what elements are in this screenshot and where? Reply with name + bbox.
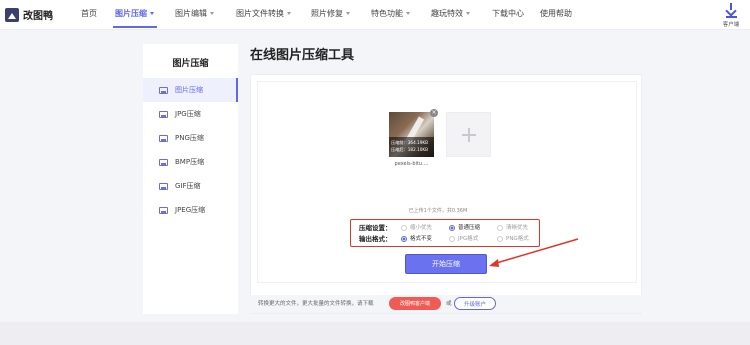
nav-item-features[interactable]: 特色功能 [371, 9, 410, 19]
option-normal-compress[interactable]: 普通压缩 [449, 223, 480, 233]
image-icon [159, 134, 168, 142]
image-icon [159, 182, 168, 190]
radio-icon [449, 236, 455, 242]
option-png-format[interactable]: PNG格式 [497, 234, 529, 244]
nav-item-file-convert[interactable]: 图片文件转换 [236, 9, 291, 19]
app-name: 改图鸭 [23, 11, 53, 22]
nav-item-download-center[interactable]: 下载中心 [492, 9, 524, 19]
remove-file-icon[interactable]: × [430, 109, 438, 117]
before-size-value: 364.19KB [407, 140, 429, 145]
radio-icon [401, 225, 407, 231]
image-icon [159, 86, 168, 94]
compress-setting-row: 压缩设置： 缩小优先 普通压缩 清晰优先 [351, 223, 541, 233]
chevron-down-icon [466, 12, 470, 15]
sidebar-item-jpeg-compress[interactable]: JPEG压缩 [143, 198, 238, 222]
uploaded-image-thumbnail[interactable]: 压缩前：364.19KB 压缩后：182.10KB [389, 112, 434, 157]
chevron-down-icon [346, 12, 350, 15]
image-icon [159, 110, 168, 118]
image-icon [159, 206, 168, 214]
add-file-button[interactable] [446, 112, 491, 157]
sidebar-item-jpg-compress[interactable]: JPG压缩 [143, 102, 238, 126]
sidebar-item-image-compress[interactable]: 图片压缩 [143, 78, 238, 102]
radio-icon [497, 236, 503, 242]
file-name: pexels-bitu.... [394, 161, 429, 167]
start-compress-button[interactable]: 开始压缩 [405, 254, 487, 274]
radio-checked-icon [401, 236, 407, 242]
radio-icon [497, 225, 503, 231]
active-nav-indicator [113, 26, 157, 28]
chevron-down-icon [406, 12, 410, 15]
option-size-priority[interactable]: 缩小优先 [401, 223, 432, 233]
option-jpg-format[interactable]: JPG格式 [449, 234, 478, 244]
top-nav-bar: 改图鸭 首页 图片压缩 图片编辑 图片文件转换 照片修复 特色功能 趣玩特效 下… [0, 0, 750, 30]
format-setting-label: 输出格式： [359, 235, 392, 243]
compression-settings: 压缩设置： 缩小优先 普通压缩 清晰优先 输出格式： 格式不变 JPG格式 PN… [350, 219, 540, 247]
sidebar-item-bmp-compress[interactable]: BMP压缩 [143, 150, 238, 174]
compress-setting-label: 压缩设置： [359, 224, 392, 232]
size-overlay: 压缩前：364.19KB 压缩后：182.10KB [389, 137, 434, 157]
page-title: 在线图片压缩工具 [250, 48, 355, 63]
before-size-label: 压缩前： [391, 140, 408, 145]
option-clarity-priority[interactable]: 清晰优先 [497, 223, 528, 233]
logo[interactable]: 改图鸭 [5, 7, 53, 22]
nav-item-help[interactable]: 使用帮助 [540, 9, 572, 19]
after-size-label: 压缩后： [391, 147, 408, 152]
promo-text: 转换更大的文件，更大批量的文件转换，请下载 [258, 301, 374, 307]
upload-summary: 已上传1个文件，共0.36M [408, 208, 468, 214]
or-text: 或 [446, 301, 452, 307]
chevron-down-icon [150, 12, 154, 15]
nav-item-image-compress[interactable]: 图片压缩 [115, 9, 154, 19]
tool-panel [250, 74, 642, 314]
nav-item-home[interactable]: 首页 [81, 9, 97, 19]
chevron-down-icon [210, 12, 214, 15]
download-icon [725, 3, 737, 15]
download-client-button[interactable]: 改图鸭客户端 [389, 297, 441, 310]
nav-item-photo-repair[interactable]: 照片修复 [311, 9, 350, 19]
sidebar-item-png-compress[interactable]: PNG压缩 [143, 126, 238, 150]
option-keep-format[interactable]: 格式不变 [401, 234, 432, 244]
chevron-down-icon [287, 12, 291, 15]
after-size-value: 182.10KB [407, 147, 429, 152]
image-icon [159, 158, 168, 166]
client-download-button[interactable]: 客户端 [716, 3, 746, 28]
format-setting-row: 输出格式： 格式不变 JPG格式 PNG格式 [351, 234, 541, 244]
upgrade-account-button[interactable]: 升级账户 [454, 297, 496, 310]
nav-item-fun-effects[interactable]: 趣玩特效 [431, 9, 470, 19]
client-download-label: 客户端 [722, 22, 740, 28]
logo-icon [5, 7, 19, 22]
nav-item-image-edit[interactable]: 图片编辑 [175, 9, 214, 19]
sidebar-item-gif-compress[interactable]: GIF压缩 [143, 174, 238, 198]
sidebar-title: 图片压缩 [172, 59, 209, 69]
sidebar: 图片压缩 图片压缩 JPG压缩 PNG压缩 BMP压缩 GIF压缩 JPEG压缩 [143, 44, 238, 314]
radio-checked-icon [449, 225, 455, 231]
footer [0, 322, 750, 345]
